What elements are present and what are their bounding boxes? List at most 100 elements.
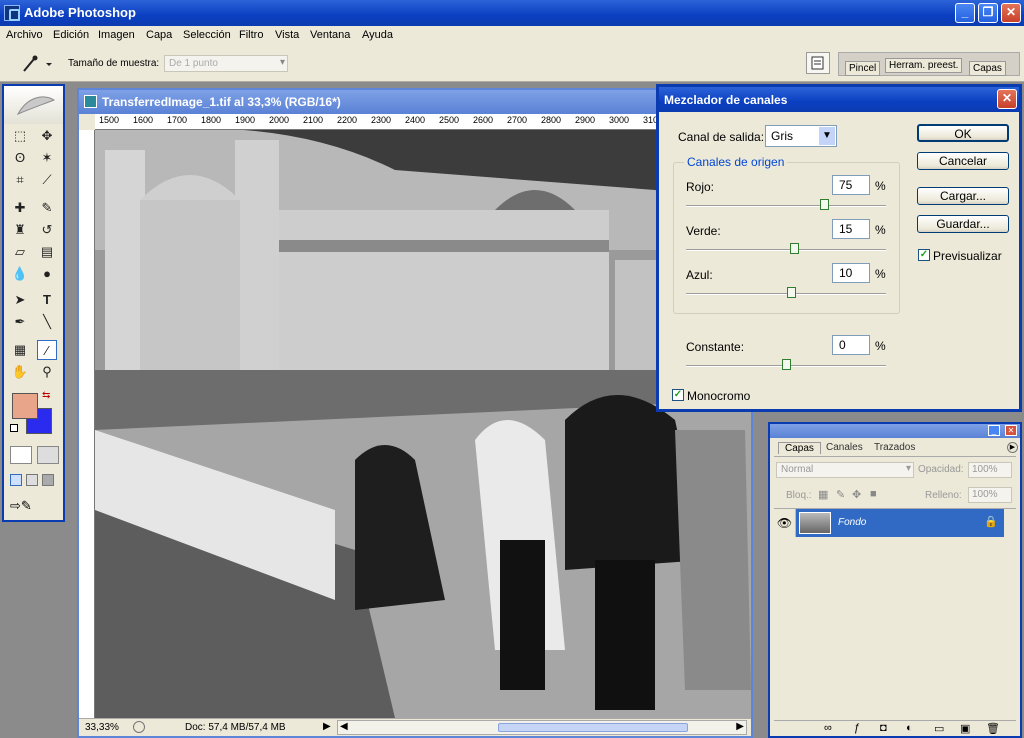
tab-paths[interactable]: Trazados bbox=[874, 442, 915, 453]
eyedropper-tool-icon[interactable]: ⁄ bbox=[37, 340, 57, 360]
green-slider-thumb[interactable] bbox=[789, 243, 799, 254]
move-tool-icon[interactable]: ✥ bbox=[37, 126, 57, 146]
palette-well-toggle-button[interactable] bbox=[806, 52, 830, 74]
tab-channels[interactable]: Canales bbox=[826, 442, 863, 453]
ok-button[interactable]: OK bbox=[917, 124, 1009, 142]
preview-label: Previsualizar bbox=[933, 249, 1002, 263]
dodge-tool-icon[interactable]: ● bbox=[37, 264, 57, 284]
green-slider-track[interactable] bbox=[686, 249, 886, 251]
load-button[interactable]: Cargar... bbox=[917, 187, 1009, 205]
lock-all-icon[interactable]: ■ bbox=[870, 488, 877, 500]
menu-ayuda[interactable]: Ayuda bbox=[362, 29, 393, 41]
magic-wand-tool-icon[interactable]: ✶ bbox=[37, 148, 57, 168]
healing-brush-tool-icon[interactable]: ✚ bbox=[10, 198, 30, 218]
blue-value-input[interactable]: 10 bbox=[832, 263, 870, 283]
menu-capa[interactable]: Capa bbox=[146, 29, 172, 41]
new-layer-icon[interactable]: ▣ bbox=[960, 722, 970, 735]
gradient-tool-icon[interactable]: ▤ bbox=[37, 242, 57, 262]
save-button[interactable]: Guardar... bbox=[917, 215, 1009, 233]
blue-slider-thumb[interactable] bbox=[787, 287, 796, 298]
zoom-tool-icon[interactable]: ⚲ bbox=[37, 362, 57, 382]
green-value-input[interactable]: 15 bbox=[832, 219, 870, 239]
visibility-eye-icon[interactable]: 👁 bbox=[774, 509, 796, 537]
eraser-tool-icon[interactable]: ▱ bbox=[10, 242, 30, 262]
layer-mask-icon[interactable]: ◘ bbox=[880, 722, 887, 734]
scrollbar-thumb[interactable] bbox=[498, 723, 688, 732]
blue-slider-track[interactable] bbox=[686, 293, 886, 295]
constant-slider-thumb[interactable] bbox=[782, 359, 791, 370]
crop-tool-icon[interactable]: ⌗ bbox=[10, 170, 30, 190]
minimize-button[interactable]: _ bbox=[955, 3, 975, 23]
lock-position-icon[interactable]: ✥ bbox=[852, 488, 861, 501]
standard-mode-icon[interactable] bbox=[10, 446, 32, 464]
notes-tool-icon[interactable]: ▦ bbox=[10, 340, 30, 360]
scroll-right-icon[interactable]: ▶ bbox=[736, 721, 744, 732]
panel-minimize-button[interactable]: _ bbox=[988, 425, 1000, 436]
panel-menu-icon[interactable]: ▶ bbox=[1007, 442, 1018, 453]
eyedropper-preset-button[interactable] bbox=[20, 54, 54, 74]
adjustment-layer-icon[interactable]: ◐ bbox=[906, 722, 913, 734]
type-tool-icon[interactable]: T bbox=[37, 290, 57, 310]
menu-vista[interactable]: Vista bbox=[275, 29, 299, 41]
menu-edicion[interactable]: Edición bbox=[53, 29, 89, 41]
brush-tool-icon[interactable]: ✎ bbox=[37, 198, 57, 218]
quick-mask-mode-icon[interactable] bbox=[37, 446, 59, 464]
screen-mode-standard-icon[interactable] bbox=[10, 474, 22, 486]
history-brush-tool-icon[interactable]: ↺ bbox=[37, 220, 57, 240]
trash-icon[interactable]: 🗑 bbox=[986, 722, 1000, 735]
horizontal-scrollbar[interactable]: ◀ ▶ bbox=[337, 720, 747, 735]
menu-filtro[interactable]: Filtro bbox=[239, 29, 263, 41]
document-canvas[interactable] bbox=[95, 130, 751, 718]
well-tab-tool-presets[interactable]: Herram. preest. bbox=[885, 58, 963, 73]
jump-to-imageready-icon[interactable]: ⇨✎ bbox=[10, 498, 58, 516]
monochrome-checkbox[interactable]: ✓ bbox=[672, 389, 684, 401]
cancel-button[interactable]: Cancelar bbox=[917, 152, 1009, 170]
red-slider-thumb[interactable] bbox=[819, 199, 829, 210]
menu-archivo[interactable]: Archivo bbox=[6, 29, 43, 41]
menu-seleccion[interactable]: Selección bbox=[183, 29, 231, 41]
blend-mode-select[interactable]: Normal ▾ bbox=[776, 462, 914, 478]
constant-value-input[interactable]: 0 bbox=[832, 335, 870, 355]
well-tab-brushes[interactable]: Pincel bbox=[845, 61, 881, 76]
default-colors-icon[interactable] bbox=[10, 424, 18, 432]
well-tab-layers[interactable]: Capas bbox=[969, 61, 1006, 76]
red-value-input[interactable]: 75 bbox=[832, 175, 870, 195]
restore-button[interactable]: ❐ bbox=[978, 3, 998, 23]
fill-input[interactable]: 100% bbox=[968, 487, 1012, 503]
foreground-color-swatch[interactable] bbox=[12, 393, 38, 419]
menu-imagen[interactable]: Imagen bbox=[98, 29, 135, 41]
screen-mode-full-menu-icon[interactable] bbox=[26, 474, 38, 486]
screen-mode-full-icon[interactable] bbox=[42, 474, 54, 486]
path-selection-tool-icon[interactable]: ➤ bbox=[10, 290, 30, 310]
marquee-tool-icon[interactable]: ⬚ bbox=[10, 126, 30, 146]
swap-colors-icon[interactable]: ⇆ bbox=[42, 390, 50, 401]
lock-transparency-icon[interactable]: ▦ bbox=[818, 488, 828, 501]
status-menu-icon[interactable] bbox=[133, 721, 145, 733]
red-slider-track[interactable] bbox=[686, 205, 886, 207]
layer-row-fondo[interactable]: Fondo 🔒 bbox=[796, 509, 1004, 537]
lock-image-icon[interactable]: ✎ bbox=[836, 488, 845, 501]
tab-layers[interactable]: Capas bbox=[778, 442, 821, 454]
status-arrow-icon[interactable]: ▶ bbox=[323, 721, 331, 732]
zoom-level[interactable]: 33,33% bbox=[85, 722, 119, 733]
panel-close-button[interactable]: ✕ bbox=[1005, 425, 1017, 436]
ruler-mark: 2000 bbox=[269, 115, 290, 125]
menu-ventana[interactable]: Ventana bbox=[310, 29, 350, 41]
output-channel-select[interactable]: Gris ▼ bbox=[765, 125, 837, 147]
sample-size-select[interactable]: De 1 punto ▾ bbox=[164, 55, 288, 72]
layer-style-icon[interactable]: ƒ bbox=[854, 722, 860, 734]
clone-stamp-tool-icon[interactable]: ♜ bbox=[10, 220, 30, 240]
new-group-icon[interactable]: ▭ bbox=[934, 722, 944, 735]
close-button[interactable]: ✕ bbox=[1001, 3, 1021, 23]
scroll-left-icon[interactable]: ◀ bbox=[340, 721, 348, 732]
lasso-tool-icon[interactable]: ʘ bbox=[10, 148, 30, 168]
opacity-input[interactable]: 100% bbox=[968, 462, 1012, 478]
preview-checkbox[interactable]: ✓ bbox=[918, 249, 930, 261]
hand-tool-icon[interactable]: ✋ bbox=[10, 362, 30, 382]
pen-tool-icon[interactable]: ✒ bbox=[10, 312, 30, 332]
line-tool-icon[interactable]: ╲ bbox=[37, 312, 57, 332]
slice-tool-icon[interactable]: ⟋ bbox=[37, 170, 57, 190]
link-layers-icon[interactable]: ∞ bbox=[824, 722, 832, 734]
dialog-close-button[interactable]: ✕ bbox=[997, 89, 1017, 109]
blur-tool-icon[interactable]: 💧 bbox=[10, 264, 30, 284]
